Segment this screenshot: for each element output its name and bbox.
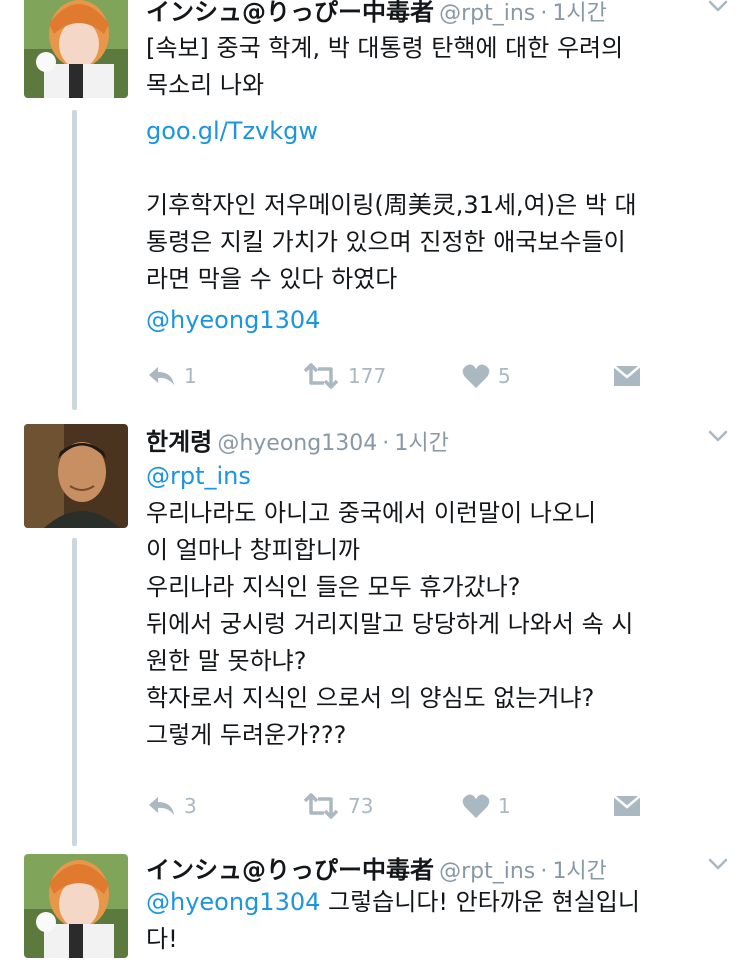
reply-icon [149,367,174,385]
like-count: 1 [498,794,511,818]
text-line: 기후학자인 저우메이링(周美灵,31세,여)은 박 대 [146,191,637,219]
retweet-button[interactable]: 73 [302,788,373,824]
separator-dot: · [540,859,548,884]
reply-count: 1 [184,364,197,388]
text-line: 이 얼마나 창피합니까 [146,536,360,564]
tweet-3[interactable]: インシュ@りっぴー中毒者 @rpt_ins · 1시간 @hyeong1304 … [0,850,750,971]
like-icon [462,364,490,388]
tweet-2[interactable]: 한계령 @hyeong1304 · 1시간 @rpt_ins 우리나라도 아니고… [0,410,750,850]
timestamp[interactable]: 1시간 [394,431,448,456]
text-line: 통령은 지킬 가치가 있으며 진정한 애국보수들이 [146,228,626,256]
like-icon [462,794,490,818]
retweet-count: 73 [348,794,374,818]
retweet-icon [303,363,339,389]
text-line: 라면 막을 수 있다 하였다 [146,265,398,293]
text-line: 다! [146,925,178,953]
dm-icon [613,365,641,386]
avatar[interactable] [24,854,128,958]
retweet-icon [303,793,339,819]
url-link[interactable]: goo.gl/Tzvkgw [146,113,716,150]
username[interactable]: @rpt_ins [439,859,535,884]
chevron-down-icon[interactable] [706,852,730,876]
text-line: [속보] 중국 학계, 박 대통령 탄핵에 대한 우려의 [146,34,624,62]
text-line: 그렇습니다! 안타까운 현실입니 [320,888,640,916]
like-button[interactable]: 1 [462,788,511,824]
tweet-1[interactable]: インシュ@りっぴー中毒者 @rpt_ins · 1시간 [속보] 중국 학계, … [0,0,750,410]
tweet-actions: 3 73 1 [146,788,666,824]
text-line: 목소리 나와 [146,71,265,99]
thread-line [72,538,77,846]
dm-button[interactable] [612,788,642,824]
separator-dot: · [540,1,548,26]
text-line: 뒤에서 궁시렁 거리지말고 당당하게 나와서 속 시 [146,610,634,638]
reply-count: 3 [184,794,197,818]
username[interactable]: @hyeong1304 [217,431,377,456]
like-count: 5 [498,364,511,388]
avatar[interactable] [24,0,128,98]
separator-dot: · [382,431,390,456]
text-line: 그렇게 두려운가??? [146,721,347,749]
username[interactable]: @rpt_ins [439,1,535,26]
tweet-header: インシュ@りっぴー中毒者 @rpt_ins · 1시간 [146,0,750,32]
tweet-text: @rpt_ins 우리나라도 아니고 중국에서 이런말이 나오니 이 얼마나 창… [146,458,716,754]
display-name[interactable]: インシュ@りっぴー中毒者 [146,856,434,884]
dm-button[interactable] [612,358,642,394]
display-name[interactable]: インシュ@りっぴー中毒者 [146,0,434,26]
reply-button[interactable]: 3 [146,788,197,824]
display-name[interactable]: 한계령 [146,428,212,456]
thread-line [72,110,77,410]
mention-link[interactable]: @rpt_ins [146,458,716,495]
retweet-count: 177 [348,364,387,388]
text-line: 학자로서 지식인 으로서 의 양심도 없는거냐? [146,684,595,712]
mention-link[interactable]: @hyeong1304 [146,888,320,916]
timestamp[interactable]: 1시간 [552,1,606,26]
reply-button[interactable]: 1 [146,358,197,394]
chevron-down-icon[interactable] [706,0,730,18]
text-line: 우리나라도 아니고 중국에서 이런말이 나오니 [146,499,597,527]
like-button[interactable]: 5 [462,358,511,394]
chevron-down-icon[interactable] [706,424,730,448]
reply-icon [149,797,174,815]
tweet-header: 한계령 @hyeong1304 · 1시간 [146,422,750,462]
retweet-button[interactable]: 177 [302,358,386,394]
dm-icon [613,795,641,816]
timestamp[interactable]: 1시간 [552,859,606,884]
tweet-text: @hyeong1304 그렇습니다! 안타까운 현실입니 다! [146,884,716,958]
mention-link[interactable]: @hyeong1304 [146,302,716,339]
text-line: 우리나라 지식인 들은 모두 휴가갔나? [146,573,521,601]
tweet-text: [속보] 중국 학계, 박 대통령 탄핵에 대한 우려의 목소리 나와 goo.… [146,30,716,339]
text-line: 원한 말 못하냐? [146,647,307,675]
avatar[interactable] [24,424,128,528]
tweet-actions: 1 177 5 [146,358,666,394]
